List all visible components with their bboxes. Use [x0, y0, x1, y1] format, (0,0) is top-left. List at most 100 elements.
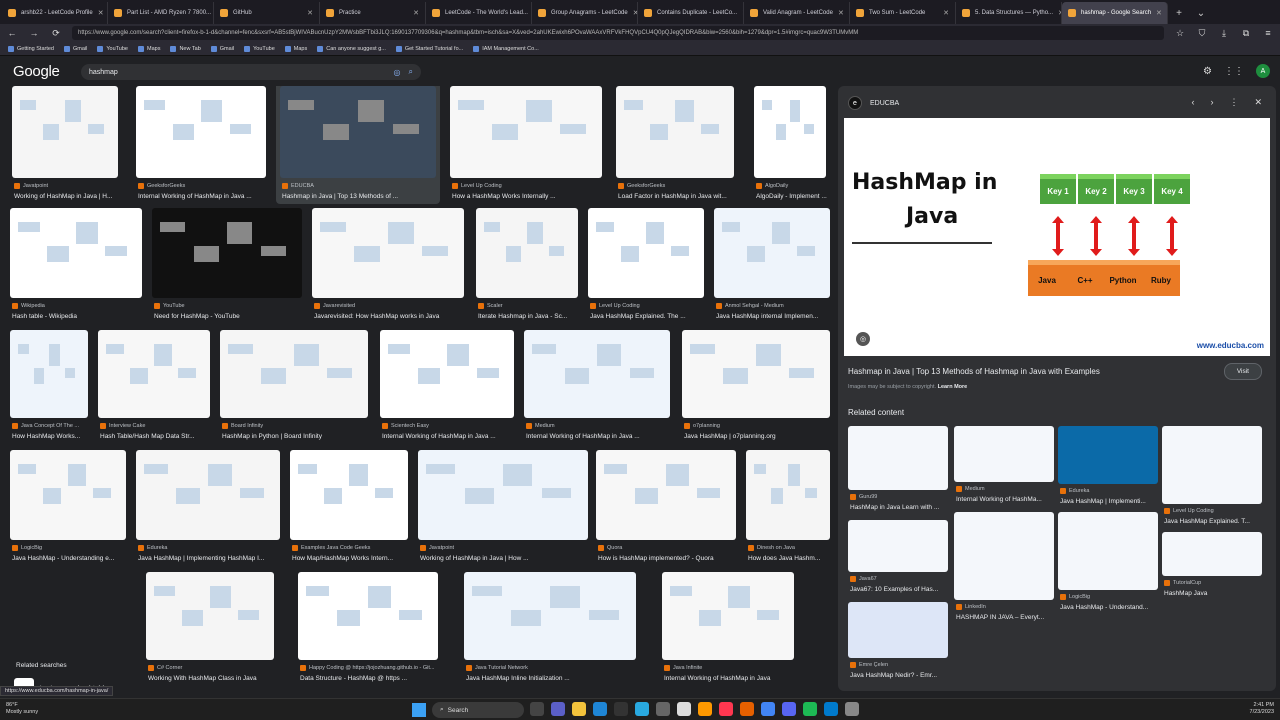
result-source[interactable]: C# Corner	[148, 665, 182, 671]
task-view-icon[interactable]	[530, 702, 544, 716]
bookmark-item[interactable]: IAM Management Co...	[473, 45, 539, 52]
close-tab-icon[interactable]: ✕	[413, 9, 419, 17]
result-thumbnail[interactable]	[10, 208, 142, 298]
result-thumbnail[interactable]	[418, 450, 588, 540]
result-title[interactable]: Java HashMap Inline Initialization ...	[466, 675, 638, 682]
image-result-card[interactable]: Javatpoint Working of HashMap in Java | H…	[12, 86, 118, 204]
amazon-icon[interactable]	[698, 702, 712, 716]
preview-title[interactable]: Hashmap in Java | Top 13 Methods of Hash…	[848, 367, 1100, 376]
result-source[interactable]: o7planning	[684, 423, 720, 429]
result-thumbnail[interactable]	[380, 330, 514, 418]
related-thumbnail[interactable]	[848, 520, 948, 572]
settings-gear-icon[interactable]	[845, 702, 859, 716]
result-thumbnail[interactable]	[714, 208, 830, 298]
reload-icon[interactable]: ⟳	[50, 28, 62, 39]
image-result-card[interactable]: Level Up Coding How a HashMap Works Inter…	[450, 86, 602, 204]
related-source[interactable]: Java67	[850, 576, 877, 582]
image-result-card[interactable]: Anmol Sehgal - Medium Java HashMap intern…	[714, 208, 830, 324]
result-thumbnail[interactable]	[98, 330, 210, 418]
result-title[interactable]: How Map/HashMap Works Intern...	[292, 555, 410, 562]
result-source[interactable]: GeeksforGeeks	[138, 183, 185, 189]
result-title[interactable]: Working With HashMap Class in Java	[148, 675, 276, 682]
preview-source[interactable]: EDUCBA	[870, 100, 899, 107]
bookmark-star-icon[interactable]: ☆	[1174, 28, 1186, 39]
image-result-card[interactable]: Dinesh on Java How does Java Hashm...	[746, 450, 830, 566]
result-title[interactable]: Internal Working of HashMap in Java ...	[526, 433, 672, 440]
result-title[interactable]: Java HashMap | Implementing HashMap I...	[138, 555, 282, 562]
vscode-icon[interactable]	[824, 702, 838, 716]
image-result-card[interactable]: LogicBig Java HashMap - Understanding e..…	[10, 450, 126, 566]
image-result-card[interactable]: Edureka Java HashMap | Implementing HashM…	[136, 450, 280, 566]
result-source[interactable]: Java Infinite	[664, 665, 702, 671]
result-thumbnail[interactable]	[596, 450, 736, 540]
result-title[interactable]: How a HashMap Works Internally ...	[452, 193, 604, 200]
browser-tab[interactable]: Two Sum - LeetCode ✕	[850, 2, 956, 24]
result-title[interactable]: AlgoDaily - Implement ...	[756, 193, 828, 200]
tab-list-icon[interactable]: ⌄	[1190, 2, 1212, 24]
related-title[interactable]: Java HashMap Nedir? - Emr...	[850, 672, 950, 679]
result-source[interactable]: Medium	[526, 423, 555, 429]
teams-icon[interactable]	[551, 702, 565, 716]
result-title[interactable]: Internal Working of HashMap in Java ...	[138, 193, 268, 200]
result-source[interactable]: Wikipedia	[12, 303, 45, 309]
close-tab-icon[interactable]: ✕	[1156, 9, 1162, 17]
bookmark-item[interactable]: Getting Started	[8, 45, 54, 52]
result-title[interactable]: How HashMap Works...	[12, 433, 90, 440]
new-tab-icon[interactable]: +	[1168, 2, 1190, 24]
lens-icon[interactable]: ◎	[856, 332, 870, 346]
spotify-icon[interactable]	[803, 702, 817, 716]
result-source[interactable]: Dinesh on Java	[748, 545, 795, 551]
back-icon[interactable]: ←	[6, 28, 18, 38]
result-title[interactable]: Hashmap in Java | Top 13 Methods of ...	[282, 193, 438, 200]
close-tab-icon[interactable]: ✕	[838, 9, 844, 17]
close-tab-icon[interactable]: ✕	[307, 9, 313, 17]
image-result-card[interactable]: YouTube Need for HashMap - YouTube	[152, 208, 302, 324]
result-thumbnail[interactable]	[152, 208, 302, 298]
image-result-card[interactable]: o7planning Java HashMap | o7planning.org	[682, 330, 830, 444]
browser-tab[interactable]: 5. Data Structures — Pytho...✕	[956, 2, 1062, 24]
result-source[interactable]: Java Concept Of The ...	[12, 423, 79, 429]
taskbar-search[interactable]: ⌕ Search	[432, 702, 524, 718]
related-title[interactable]: Java67: 10 Examples of Has...	[850, 586, 950, 593]
image-result-card[interactable]: Quora How is HashMap implemented? - Quora	[596, 450, 736, 566]
image-result-card[interactable]: C# Corner Working With HashMap Class in J…	[146, 572, 274, 686]
result-thumbnail[interactable]	[298, 572, 438, 660]
result-title[interactable]: Data Structure - HashMap @ https ...	[300, 675, 440, 682]
result-title[interactable]: How is HashMap implemented? - Quora	[598, 555, 738, 562]
result-title[interactable]: Java HashMap - Understanding e...	[12, 555, 128, 562]
result-thumbnail[interactable]	[136, 86, 266, 178]
image-result-card[interactable]: Interview Cake Hash Table/Hash Map Data S…	[98, 330, 210, 444]
result-thumbnail[interactable]	[464, 572, 636, 660]
result-thumbnail[interactable]	[290, 450, 408, 540]
google-logo[interactable]: Google	[13, 63, 60, 80]
result-thumbnail[interactable]	[450, 86, 602, 178]
browser-tab[interactable]: LeetCode - The World's Lead...✕	[426, 2, 532, 24]
image-result-card[interactable]: Java Infinite Internal Working of HashMap…	[662, 572, 794, 686]
browser-tab[interactable]: Contains Duplicate - LeetCo...✕	[638, 2, 744, 24]
related-content-card[interactable]: Edureka Java HashMap | Implementi...	[1058, 426, 1158, 510]
result-source[interactable]: GeeksforGeeks	[618, 183, 665, 189]
related-thumbnail[interactable]	[1058, 512, 1158, 590]
result-source[interactable]: Happy Coding @ https://jojozhuang.github…	[300, 665, 434, 671]
related-source[interactable]: Medium	[956, 486, 985, 492]
image-result-card[interactable]: Scientech Easy Internal Working of HashMa…	[380, 330, 514, 444]
related-thumbnail[interactable]	[848, 602, 948, 658]
browser-tab[interactable]: arshb22 - LeetCode Profile ✕	[2, 2, 108, 24]
related-title[interactable]: Java HashMap Explained. T...	[1164, 518, 1264, 525]
result-thumbnail[interactable]	[220, 330, 368, 418]
close-tab-icon[interactable]: ✕	[98, 9, 104, 17]
image-result-card[interactable]: AlgoDaily AlgoDaily - Implement ...	[754, 86, 828, 204]
result-source[interactable]: Examples Java Code Geeks	[292, 545, 370, 551]
app-icon[interactable]	[635, 702, 649, 716]
firefox-icon[interactable]	[740, 702, 754, 716]
related-content-card[interactable]: Level Up Coding Java HashMap Explained. T…	[1162, 426, 1262, 530]
result-title[interactable]: Internal Working of HashMap in Java	[664, 675, 796, 682]
result-title[interactable]: Iterate Hashmap in Java - Sc...	[478, 313, 580, 320]
related-source[interactable]: Guru99	[850, 494, 877, 500]
related-title[interactable]: HashMap Java	[1164, 590, 1264, 597]
related-thumbnail[interactable]	[954, 426, 1054, 482]
result-source[interactable]: YouTube	[154, 303, 185, 309]
image-result-card[interactable]: Java Tutorial Network Java HashMap Inline…	[464, 572, 636, 686]
related-content-card[interactable]: Java67 Java67: 10 Examples of Has...	[848, 520, 948, 598]
menu-icon[interactable]: ≡	[1262, 28, 1274, 38]
